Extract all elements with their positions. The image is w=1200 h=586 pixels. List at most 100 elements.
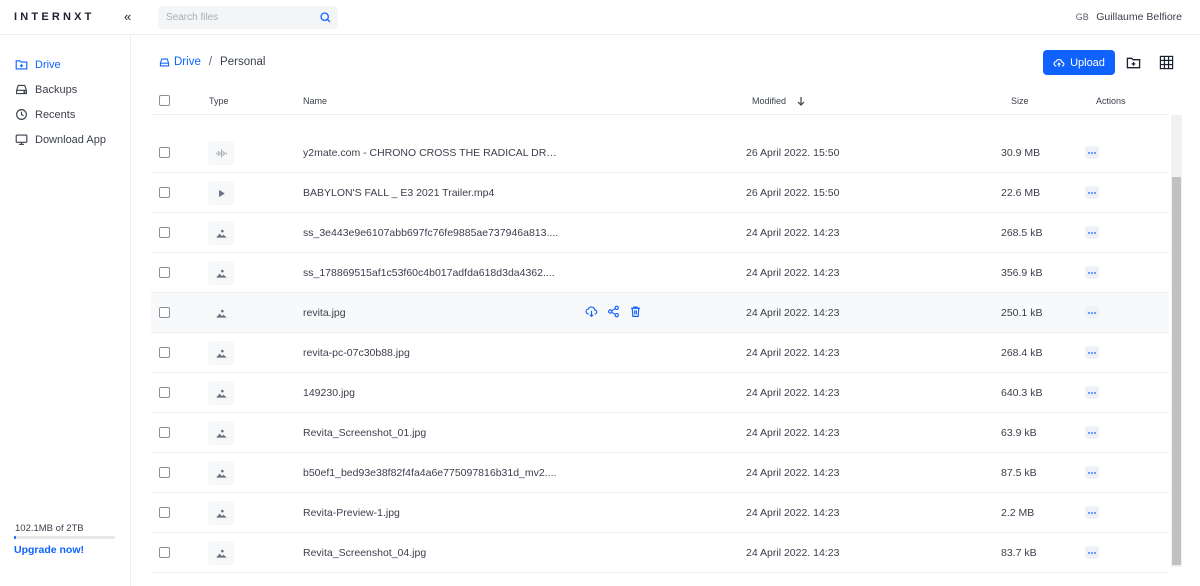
share-icon[interactable] [607, 305, 620, 318]
file-type-badge [208, 381, 234, 405]
image-file-icon [215, 269, 227, 278]
row-checkbox[interactable] [159, 147, 170, 158]
more-actions-button[interactable] [1085, 226, 1099, 239]
table-row[interactable]: ss_178869515af1c53f60c4b017adfda618d3da4… [151, 253, 1169, 293]
more-actions-button[interactable] [1085, 346, 1099, 359]
table-row[interactable]: Revita_Screenshot_04.jpg 24 April 2022. 1… [151, 533, 1169, 573]
upload-button[interactable]: Upload [1043, 50, 1115, 75]
cloud-upload-icon [1053, 58, 1065, 67]
table-row[interactable]: revita.jpg 24 April 2022. 14:23 250.1 kB [151, 293, 1169, 333]
table-row[interactable]: y2mate.com - CHRONO CROSS THE RADICAL DR… [151, 133, 1169, 173]
header-modified[interactable]: Modified [752, 96, 786, 106]
file-name[interactable]: revita.jpg [303, 307, 346, 319]
file-size: 83.7 kB [1001, 547, 1037, 559]
search-icon[interactable] [319, 11, 332, 24]
row-checkbox[interactable] [159, 427, 170, 438]
breadcrumb-current: Personal [220, 56, 266, 68]
sidebar-item-backups[interactable]: Backups [15, 83, 77, 96]
file-name[interactable]: revita-pc-07c30b88.jpg [303, 347, 410, 359]
file-name[interactable]: b50ef1_bed93e38f82f4fa4a6e775097816b31d_… [303, 467, 556, 479]
file-type-badge [208, 501, 234, 525]
trash-icon[interactable] [629, 305, 642, 318]
grid-view-icon[interactable] [1159, 55, 1174, 70]
more-actions-button[interactable] [1085, 466, 1099, 479]
sidebar-item-label: Backups [35, 83, 78, 96]
more-actions-button[interactable] [1085, 386, 1099, 399]
ellipsis-icon [1088, 511, 1096, 514]
search-box [158, 6, 338, 29]
row-checkbox[interactable] [159, 507, 170, 518]
row-checkbox[interactable] [159, 467, 170, 478]
image-file-icon [215, 229, 227, 238]
breadcrumb-drive[interactable]: Drive [159, 56, 201, 68]
scrollbar[interactable] [1171, 115, 1182, 567]
storage-progress-fill [14, 536, 16, 539]
file-name[interactable]: Revita-Preview-1.jpg [303, 507, 400, 519]
file-name[interactable]: ss_3e443e9e6107abb697fc76fe9885ae737946a… [303, 227, 558, 239]
file-size: 2.2 MB [1001, 507, 1035, 519]
table-row[interactable]: 149230.jpg 24 April 2022. 14:23 640.3 kB [151, 373, 1169, 413]
file-name[interactable]: BABYLON'S FALL _ E3 2021 Trailer.mp4 [303, 187, 494, 199]
more-actions-button[interactable] [1085, 146, 1099, 159]
file-name[interactable]: y2mate.com - CHRONO CROSS THE RADICAL DR… [303, 147, 563, 159]
file-modified: 24 April 2022. 14:23 [746, 347, 840, 359]
select-all-checkbox[interactable] [159, 95, 170, 106]
file-name[interactable]: 149230.jpg [303, 387, 355, 399]
file-modified: 24 April 2022. 14:23 [746, 307, 840, 319]
image-file-icon [215, 429, 227, 438]
sidebar-item-recents[interactable]: Recents [15, 108, 75, 121]
row-checkbox[interactable] [159, 187, 170, 198]
upload-button-label: Upload [1070, 56, 1105, 69]
table-row[interactable]: b50ef1_bed93e38f82f4fa4a6e775097816b31d_… [151, 453, 1169, 493]
row-checkbox[interactable] [159, 227, 170, 238]
header-actions: Actions [1096, 96, 1126, 106]
row-hover-actions [585, 305, 642, 318]
sidebar-item-drive[interactable]: Drive [15, 58, 61, 71]
more-actions-button[interactable] [1085, 306, 1099, 319]
header-name[interactable]: Name [303, 96, 327, 106]
row-checkbox[interactable] [159, 547, 170, 558]
download-icon[interactable] [585, 305, 598, 318]
search-input[interactable] [166, 9, 311, 26]
file-type-badge [208, 541, 234, 565]
row-checkbox[interactable] [159, 387, 170, 398]
file-type-badge [208, 141, 234, 165]
file-name[interactable]: Revita_Screenshot_04.jpg [303, 547, 426, 559]
file-type-badge [208, 301, 234, 325]
user-menu[interactable]: GB Guillaume Belfiore [1074, 11, 1182, 23]
table-header: Type Name Modified Size Actions [151, 88, 1169, 115]
more-actions-button[interactable] [1085, 426, 1099, 439]
row-checkbox[interactable] [159, 267, 170, 278]
file-modified: 26 April 2022. 15:50 [746, 187, 840, 199]
row-checkbox[interactable] [159, 307, 170, 318]
new-folder-icon[interactable] [1126, 55, 1141, 70]
file-modified: 26 April 2022. 15:50 [746, 147, 840, 159]
ellipsis-icon [1088, 471, 1096, 474]
file-name[interactable]: ss_178869515af1c53f60c4b017adfda618d3da4… [303, 267, 555, 279]
table-row[interactable]: ss_3e443e9e6107abb697fc76fe9885ae737946a… [151, 213, 1169, 253]
header-size[interactable]: Size [1011, 96, 1029, 106]
scrollbar-thumb[interactable] [1172, 177, 1181, 565]
monitor-icon [15, 134, 28, 145]
file-type-badge [208, 461, 234, 485]
row-checkbox[interactable] [159, 347, 170, 358]
collapse-sidebar-button[interactable]: « [124, 9, 131, 24]
table-row[interactable]: BABYLON'S FALL _ E3 2021 Trailer.mp4 26 A… [151, 173, 1169, 213]
more-actions-button[interactable] [1085, 546, 1099, 559]
file-list[interactable]: y2mate.com - CHRONO CROSS THE RADICAL DR… [151, 115, 1169, 586]
more-actions-button[interactable] [1085, 266, 1099, 279]
file-modified: 24 April 2022. 14:23 [746, 387, 840, 399]
file-modified: 24 April 2022. 14:23 [746, 267, 840, 279]
table-row[interactable]: revita-pc-07c30b88.jpg 24 April 2022. 14:… [151, 333, 1169, 373]
more-actions-button[interactable] [1085, 506, 1099, 519]
file-name[interactable]: Revita_Screenshot_01.jpg [303, 427, 426, 439]
ellipsis-icon [1088, 311, 1096, 314]
breadcrumb: Drive / Personal [159, 56, 265, 68]
breadcrumb-separator: / [208, 56, 213, 68]
upgrade-link[interactable]: Upgrade now! [14, 544, 84, 556]
more-actions-button[interactable] [1085, 186, 1099, 199]
table-row[interactable]: Revita_Screenshot_01.jpg 24 April 2022. 1… [151, 413, 1169, 453]
sort-down-arrow-icon[interactable] [796, 96, 806, 106]
sidebar-item-download-app[interactable]: Download App [15, 133, 106, 146]
table-row[interactable]: Revita-Preview-1.jpg 24 April 2022. 14:23… [151, 493, 1169, 533]
